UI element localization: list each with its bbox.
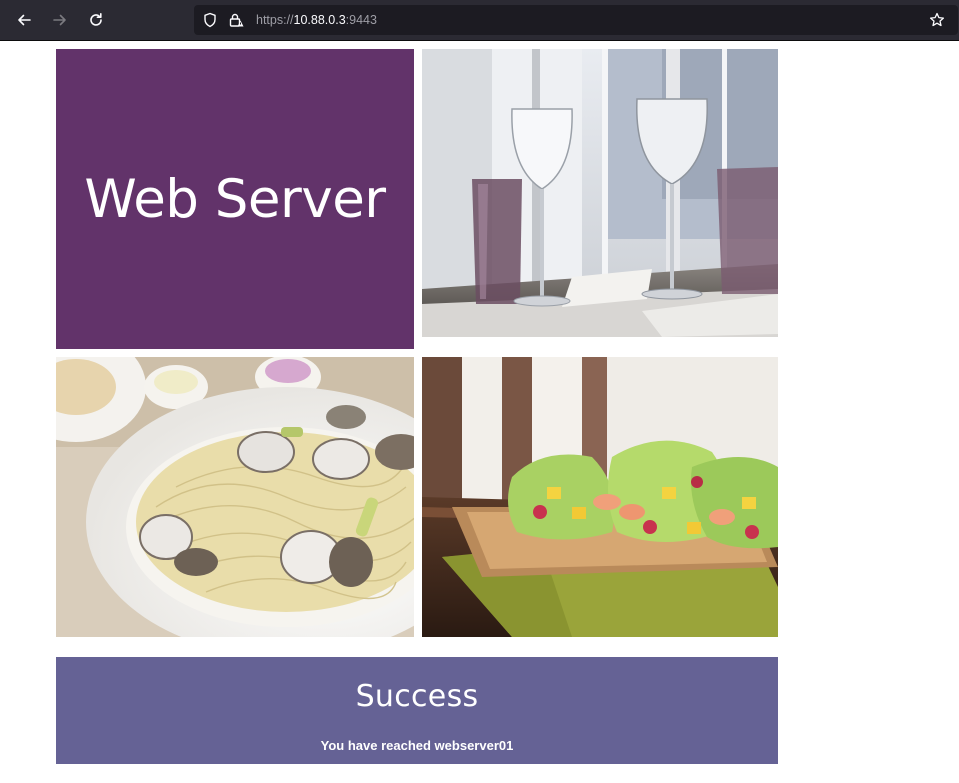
- banner-title: Success: [355, 679, 479, 714]
- photo-lettuce-wraps: [422, 357, 778, 637]
- url-host: 10.88.0.3: [293, 13, 346, 27]
- url-text[interactable]: https://10.88.0.3:9443: [256, 12, 377, 28]
- shield-icon[interactable]: [202, 12, 218, 28]
- banner-message: You have reached webserver01: [320, 738, 514, 753]
- back-button[interactable]: [12, 8, 36, 32]
- photo-clam-pasta: [56, 357, 414, 637]
- reload-icon: [90, 13, 102, 26]
- browser-toolbar: https://10.88.0.3:9443: [0, 0, 959, 41]
- success-banner: Success You have reached webserver01: [56, 657, 778, 764]
- hero-tile: Web Server: [56, 49, 414, 349]
- reload-button[interactable]: [84, 8, 108, 32]
- url-scheme: https://: [256, 13, 294, 27]
- hero-title: Web Server: [84, 168, 386, 230]
- lock-warning-icon[interactable]: [228, 12, 244, 28]
- url-bar[interactable]: https://10.88.0.3:9443: [194, 5, 958, 35]
- forward-button[interactable]: [48, 8, 72, 32]
- forward-arrow-icon: [53, 14, 66, 26]
- photo-wine-glasses: [422, 49, 778, 337]
- back-arrow-icon: [18, 14, 31, 26]
- star-icon[interactable]: [929, 12, 945, 28]
- url-port: :9443: [345, 13, 377, 27]
